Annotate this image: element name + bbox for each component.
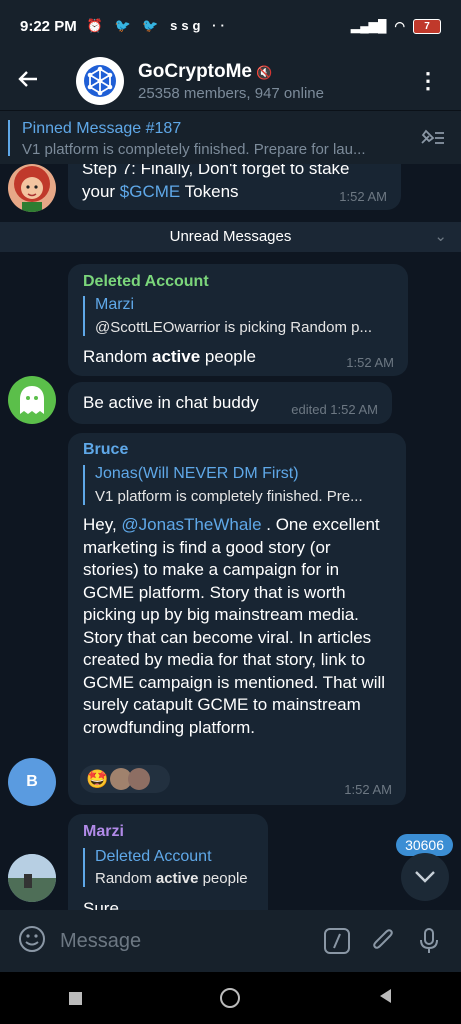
user-avatar[interactable] (8, 376, 56, 424)
message-bubble[interactable]: Step 7: Finally, Don't forget to stake y… (68, 164, 401, 210)
message-time: 1:52 AM (344, 782, 392, 797)
reply-name: Jonas(Will NEVER DM First) (95, 465, 299, 482)
message-bubble[interactable]: Marzi Deleted Account Random active peop… (68, 814, 268, 910)
smiley-icon (19, 925, 45, 952)
more-menu-button[interactable]: ⋮ (417, 68, 439, 94)
recents-button[interactable] (69, 991, 82, 1005)
reactor-avatar (128, 768, 151, 790)
user-avatar[interactable] (8, 854, 56, 902)
reply-text: V1 platform is completely finished. Pre.… (95, 488, 363, 505)
member-count: 25358 members, 947 online (138, 84, 324, 102)
message-text: Hey, @JonasTheWhale . One excellent mark… (83, 514, 388, 739)
text-span: Random (95, 870, 156, 887)
paperclip-icon (373, 929, 393, 949)
pinned-indicator (8, 120, 10, 156)
slash-command-icon (324, 928, 350, 954)
text-span: Random (83, 347, 152, 366)
arrow-left-icon (18, 70, 37, 87)
text-span: . One excellent marketing is find a good… (83, 515, 386, 737)
user-avatar[interactable] (8, 164, 56, 212)
message-input-bar: Message (0, 910, 461, 972)
sender-name[interactable]: Marzi (83, 823, 124, 841)
circle-icon (220, 988, 240, 1008)
chevron-down-icon[interactable]: ⌄ (434, 222, 447, 252)
chevron-down-icon (415, 871, 435, 883)
battery-icon: 7 (413, 18, 441, 34)
pinned-text: V1 platform is completely finished. Prep… (22, 141, 366, 158)
text-span: people (198, 870, 248, 887)
system-nav-bar (0, 972, 461, 1024)
text-span: your (82, 181, 120, 201)
bold-text: active (151, 347, 201, 366)
message-time: 1:52 AM (339, 189, 387, 204)
unread-label: Unread Messages (169, 228, 292, 245)
reply-text: Random active people (95, 870, 265, 887)
bot-command-button[interactable] (317, 927, 357, 955)
microphone-icon (420, 928, 438, 953)
message-time: 1:52 AM (346, 355, 394, 370)
wifi-icon: ◠ (394, 19, 405, 33)
reply-preview[interactable]: Deleted Account Random active people (83, 848, 265, 887)
notification-icons: ⏰ 🐦 🐦 ssg ·· (86, 18, 229, 33)
voice-button[interactable] (409, 927, 449, 955)
message-bubble[interactable]: Bruce Jonas(Will NEVER DM First) V1 plat… (68, 433, 406, 805)
clock: 9:22 PM (20, 17, 77, 35)
home-button[interactable] (220, 988, 240, 1008)
user-avatar[interactable]: B (8, 758, 56, 806)
sender-name[interactable]: Deleted Account (83, 273, 209, 291)
gocryptome-logo-icon (84, 65, 116, 97)
emoji-reaction-icon[interactable]: 🤩 (86, 769, 108, 790)
signal-icon: ▂▄▆█ (351, 19, 387, 33)
message-bubble[interactable]: Deleted Account Marzi @ScottLEOwarrior i… (68, 264, 408, 376)
status-bar: 9:22 PM ⏰ 🐦 🐦 ssg ·· ▂▄▆█ ◠ 7 (0, 0, 461, 52)
reply-preview[interactable]: Marzi @ScottLEOwarrior is picking Random… (83, 296, 395, 336)
message-text: Step 7: Finally, Don't forget to stake y… (82, 164, 350, 203)
mention-link[interactable]: @JonasTheWhale (121, 515, 261, 534)
chat-title-block[interactable]: GoCryptoMe 🔇 25358 members, 947 online (138, 61, 324, 102)
chat-area[interactable]: Step 7: Finally, Don't forget to stake y… (0, 164, 461, 910)
pinned-title: Pinned Message #187 (22, 120, 182, 137)
group-avatar[interactable] (76, 57, 124, 105)
attach-button[interactable] (363, 927, 403, 955)
scroll-down-button[interactable] (401, 853, 449, 901)
back-button[interactable] (0, 66, 56, 97)
system-icons: ▂▄▆█ ◠ 7 (351, 18, 441, 34)
back-nav-button[interactable] (378, 988, 392, 1009)
message-time: edited 1:52 AM (291, 402, 378, 417)
chat-title: GoCryptoMe (138, 60, 252, 82)
chat-header: GoCryptoMe 🔇 25358 members, 947 online ⋮ (0, 52, 461, 110)
reply-preview[interactable]: Jonas(Will NEVER DM First) V1 platform i… (83, 465, 395, 505)
message-input[interactable]: Message (60, 930, 317, 953)
text-span: people (200, 347, 256, 366)
message-text: Sure (83, 899, 119, 910)
sender-name[interactable]: Bruce (83, 441, 128, 459)
reply-name: Deleted Account (95, 848, 212, 865)
reply-text: @ScottLEOwarrior is picking Random p... (95, 319, 372, 336)
emoji-button[interactable] (18, 925, 46, 958)
message-text: Be active in chat buddy (83, 393, 259, 412)
unread-divider: Unread Messages ⌄ (0, 222, 461, 252)
reply-name: Marzi (95, 296, 135, 313)
text-span: Hey, (83, 515, 122, 534)
muted-icon: 🔇 (256, 64, 273, 80)
pinned-list-icon[interactable] (419, 127, 445, 152)
triangle-back-icon (380, 988, 391, 1003)
reactions-bar[interactable]: 🤩 (80, 765, 170, 793)
cashtag-link[interactable]: $GCME (120, 182, 180, 201)
message-line: Step 7: Finally, Don't forget to stake (82, 164, 350, 178)
text-span: Tokens (180, 181, 239, 201)
message-bubble[interactable]: Be active in chat buddy edited 1:52 AM (68, 382, 392, 424)
bold-text: active (155, 870, 199, 887)
message-text: Random active people (83, 346, 256, 369)
square-icon (69, 991, 82, 1005)
message-line: your $GCME Tokens (82, 181, 350, 204)
pinned-message-bar[interactable]: Pinned Message #187 V1 platform is compl… (0, 110, 461, 165)
ghost-icon (20, 386, 44, 414)
